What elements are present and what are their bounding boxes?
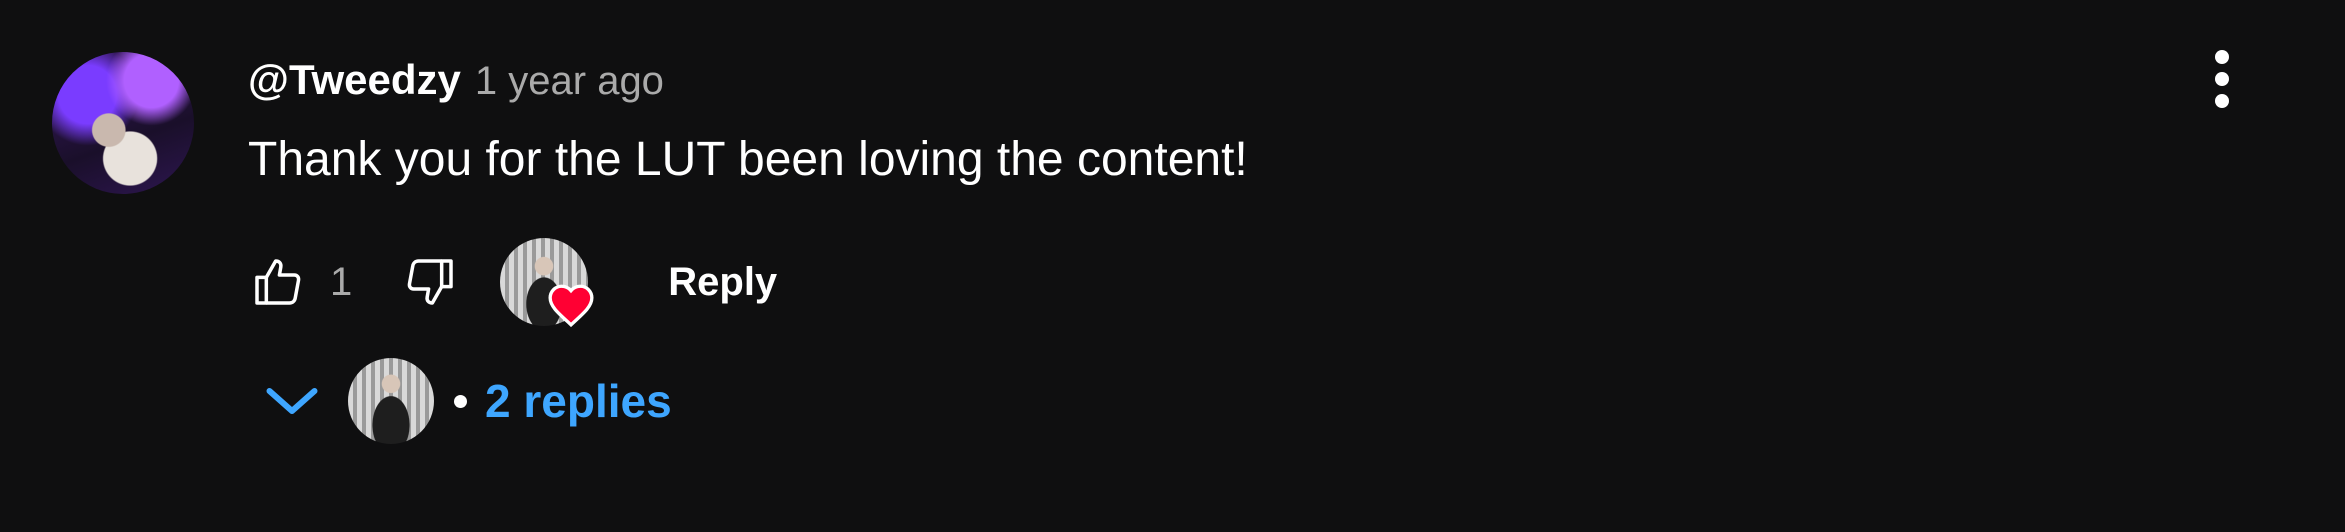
view-replies-button[interactable]: 2 replies bbox=[256, 356, 672, 446]
creator-heart-badge bbox=[500, 238, 594, 328]
more-vert-icon-dot bbox=[2215, 94, 2229, 108]
separator-dot bbox=[454, 394, 467, 408]
like-count: 1 bbox=[330, 259, 353, 304]
thumbs-up-icon bbox=[255, 259, 301, 305]
comment-header: @Tweedzy 1 year ago bbox=[248, 56, 664, 104]
dislike-button[interactable] bbox=[400, 252, 460, 312]
reply-button[interactable]: Reply bbox=[668, 260, 777, 305]
more-options-button[interactable] bbox=[2196, 44, 2248, 114]
comment-text: Thank you for the LUT been loving the co… bbox=[248, 133, 1248, 186]
author-avatar[interactable] bbox=[52, 52, 194, 194]
author-name[interactable]: @Tweedzy bbox=[248, 56, 461, 104]
more-vert-icon-dot bbox=[2215, 72, 2229, 86]
like-button[interactable] bbox=[248, 252, 308, 312]
replies-count-label[interactable]: 2 replies bbox=[485, 374, 672, 428]
comment-timestamp[interactable]: 1 year ago bbox=[475, 59, 664, 104]
more-vert-icon bbox=[2215, 50, 2229, 64]
comment-thread: @Tweedzy 1 year ago Thank you for the LU… bbox=[0, 0, 2345, 532]
heart-icon bbox=[548, 284, 594, 328]
replier-avatar bbox=[348, 358, 434, 444]
comment-actions: 1 Reply bbox=[248, 232, 777, 332]
thumbs-down-icon bbox=[407, 259, 453, 305]
chevron-down-icon bbox=[256, 365, 328, 437]
